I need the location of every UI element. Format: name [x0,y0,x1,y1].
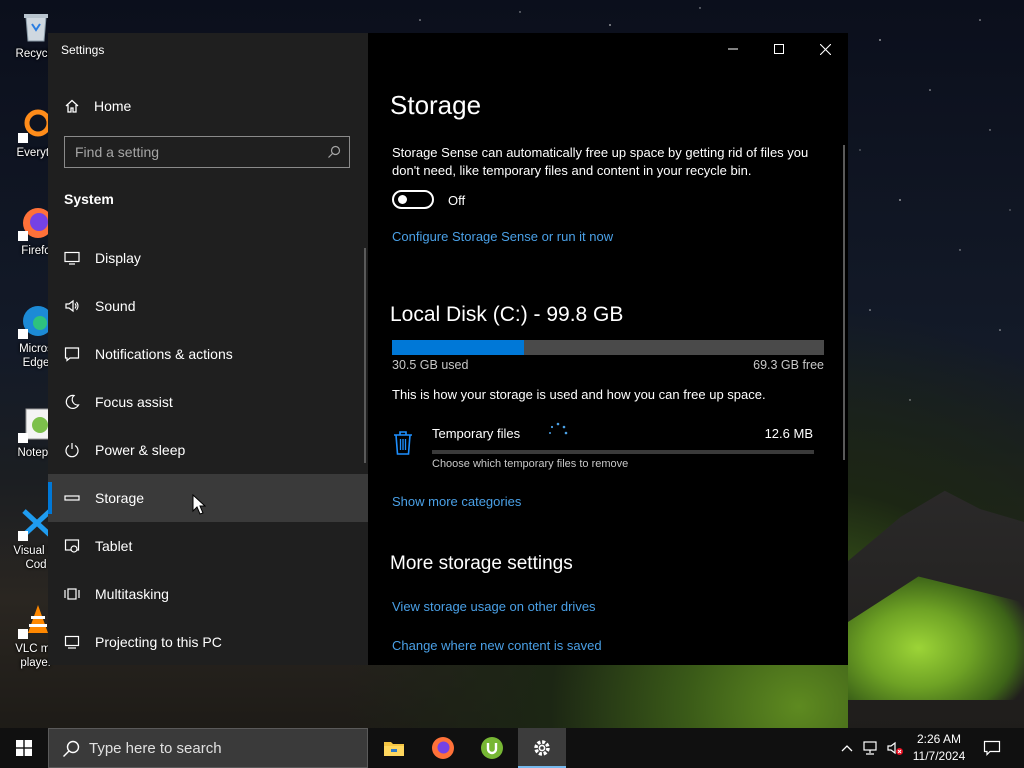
notification-center-icon [983,740,1001,756]
taskbar-search-placeholder: Type here to search [89,740,222,757]
used-label: 30.5 GB used [392,358,469,372]
clock-time: 2:26 AM [916,732,962,746]
storage-page: Storage Storage Sense can automatically … [368,33,848,665]
taskbar-app-firefox[interactable] [419,728,467,768]
configure-storage-sense-link[interactable]: Configure Storage Sense or run it now [392,229,613,244]
usage-description: This is how your storage is used and how… [392,387,766,402]
mouse-cursor-icon [192,494,206,515]
more-storage-settings-title: More storage settings [390,553,573,574]
notifications-icon [64,346,80,362]
disk-usage-bar [392,340,824,355]
home-icon [65,99,79,113]
sidebar-item-label: Power & sleep [95,442,186,458]
display-icon [64,250,80,266]
settings-icon [534,740,550,756]
network-status-button[interactable] [860,728,882,768]
sidebar-item-notifications[interactable]: Notifications & actions [48,330,368,378]
search-placeholder: Find a setting [75,144,160,160]
sidebar-item-label: Sound [95,298,136,314]
sidebar-item-label: Storage [95,490,145,506]
sidebar-item-focus-assist[interactable]: Focus assist [48,378,368,426]
show-more-categories-link[interactable]: Show more categories [392,494,521,509]
volume-muted-icon [887,741,903,755]
moon-icon [64,394,80,410]
clock-date: 11/7/2024 [912,749,966,763]
sidebar-item-label: Tablet [95,538,133,554]
window-title: Settings [61,43,105,57]
minimize-button[interactable] [710,33,756,65]
power-icon [64,442,80,458]
sidebar-item-label: Multitasking [95,586,169,602]
firefox-icon [432,737,454,759]
storage-icon [64,490,80,506]
sidebar-item-label: Projecting to this PC [95,634,222,650]
temp-files-subtext: Choose which temporary files to remove [432,458,629,470]
tablet-icon [64,538,80,554]
taskbar-app-utorrent[interactable] [468,728,516,768]
sidebar-item-power-sleep[interactable]: Power & sleep [48,426,368,474]
free-label: 69.3 GB free [753,358,824,372]
projecting-icon [64,634,80,650]
chevron-up-icon [841,745,853,752]
sidebar-item-projecting[interactable]: Projecting to this PC [48,618,368,666]
sidebar-home[interactable]: Home [64,95,131,117]
sidebar-scrollbar[interactable] [364,248,366,463]
file-explorer-icon [384,742,404,756]
volume-button[interactable] [884,728,906,768]
action-center-button[interactable] [980,728,1004,768]
sidebar-item-multitasking[interactable]: Multitasking [48,570,368,618]
temp-files-bar [432,450,814,454]
storage-sense-description: Storage Sense can automatically free up … [392,145,809,178]
home-label: Home [94,98,132,114]
toggle-state-label: Off [448,193,466,208]
search-icon [63,740,80,757]
maximize-button[interactable] [756,33,802,65]
show-hidden-icons-button[interactable] [838,728,856,768]
find-setting-input[interactable]: Find a setting [64,136,350,168]
close-icon [819,43,831,55]
storage-sense-toggle[interactable] [392,190,434,209]
page-title: Storage [390,90,482,120]
temp-files-label: Temporary files [432,426,521,441]
multitasking-icon [64,586,80,602]
disk-title: Local Disk (C:) - 99.8 GB [390,303,624,326]
loading-spinner-icon [549,422,568,435]
network-icon [863,741,877,755]
settings-sidebar: Settings Home Find a setting System Disp… [48,33,368,665]
change-new-content-location-link[interactable]: Change where new content is saved [392,638,602,653]
trash-icon [394,431,412,455]
sidebar-item-display[interactable]: Display [48,234,368,282]
taskbar-search-box[interactable]: Type here to search [48,728,368,768]
maximize-icon [774,44,784,54]
sidebar-item-storage[interactable]: Storage [48,474,368,522]
view-storage-other-drives-link[interactable]: View storage usage on other drives [392,599,596,614]
content-scrollbar[interactable] [843,145,845,460]
sidebar-item-label: Display [95,250,141,266]
taskbar-app-settings[interactable] [518,728,566,768]
sound-icon [64,298,80,314]
sidebar-item-label: Notifications & actions [95,346,233,362]
start-button[interactable] [0,728,48,768]
disk-usage-fill [392,340,525,355]
search-icon [328,145,341,158]
close-button[interactable] [802,33,848,65]
section-title-system: System [64,191,114,207]
sidebar-item-tablet[interactable]: Tablet [48,522,368,570]
taskbar-app-file-explorer[interactable] [370,728,418,768]
sidebar-item-sound[interactable]: Sound [48,282,368,330]
taskbar: Type here to search 2:26 AM 11/7/2024 [0,728,1024,768]
sidebar-item-label: Focus assist [95,394,173,410]
utorrent-icon [481,737,503,759]
taskbar-clock[interactable]: 2:26 AM 11/7/2024 [904,731,974,765]
temp-files-size: 12.6 MB [764,426,813,441]
minimize-icon [728,48,738,50]
settings-window: Settings Home Find a setting System Disp… [48,33,848,665]
windows-logo-icon [16,740,32,756]
